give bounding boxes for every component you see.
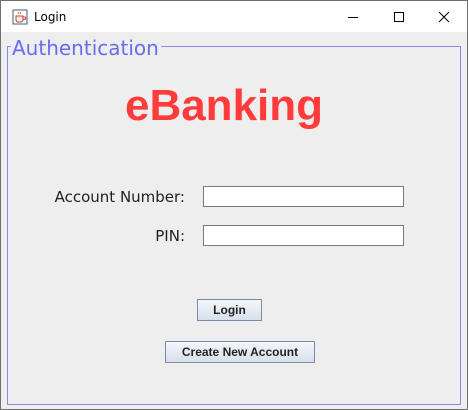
java-cup-icon [12,9,28,25]
minimize-button[interactable] [330,1,376,32]
maximize-button[interactable] [376,1,422,32]
minimize-icon [348,17,358,18]
maximize-icon [394,12,404,22]
account-number-field[interactable] [203,186,404,207]
pin-field[interactable] [203,225,404,246]
title-bar[interactable]: Login [1,1,467,32]
close-icon [438,11,450,23]
login-window: Login Authentication eBanking Account Nu… [0,0,468,410]
login-button[interactable]: Login [197,299,262,321]
group-title: Authentication [11,35,161,61]
window-title: Login [34,10,67,24]
close-button[interactable] [421,1,467,32]
pin-label: PIN: [155,227,185,245]
account-number-label: Account Number: [54,188,185,206]
create-new-account-button[interactable]: Create New Account [165,341,315,363]
app-heading: eBanking [124,81,324,130]
content-pane: Authentication eBanking Account Number: … [1,32,467,409]
